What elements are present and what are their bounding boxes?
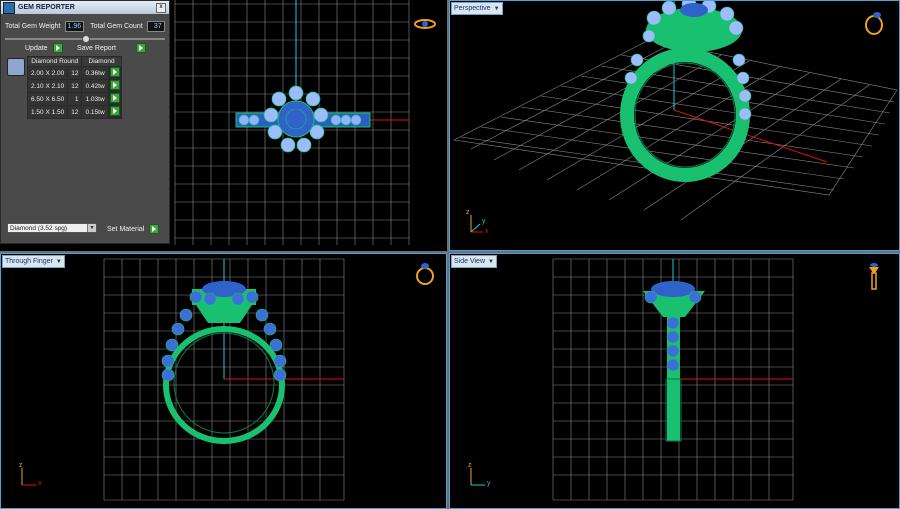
table-row[interactable]: 2.10 X 2.10 12 0.42tw bbox=[26, 79, 122, 93]
viewport-label-side-view[interactable]: Side View ▼ bbox=[451, 255, 497, 268]
set-material-label: Set Material bbox=[107, 225, 145, 233]
axis-z-label: z bbox=[19, 462, 23, 469]
total-weight-value: 1.96 bbox=[64, 21, 85, 32]
row-go-icon[interactable] bbox=[109, 93, 120, 103]
gem-count: 12 bbox=[67, 66, 83, 80]
save-report-go-icon[interactable] bbox=[135, 43, 146, 53]
row-go-icon[interactable] bbox=[109, 80, 120, 90]
perspective-label: Perspective bbox=[454, 5, 491, 12]
side-view-canvas bbox=[470, 258, 794, 501]
gem-count: 12 bbox=[67, 105, 83, 119]
axis-x-label: x bbox=[38, 480, 42, 487]
table-row[interactable]: 6.50 X 6.50 1 1.03tw bbox=[26, 92, 122, 106]
axis-y-label: y bbox=[482, 218, 486, 225]
row-go-icon[interactable] bbox=[109, 106, 120, 116]
row-go-icon[interactable] bbox=[109, 67, 120, 77]
row-go-button[interactable] bbox=[107, 66, 122, 80]
row-go-button[interactable] bbox=[107, 92, 122, 106]
table-row[interactable]: 2.00 X 2.00 12 0.36tw bbox=[26, 66, 122, 80]
axis-z-label: z bbox=[466, 209, 470, 216]
ring-orientation-icon[interactable] bbox=[867, 261, 881, 291]
gem-size: 6.50 X 6.50 bbox=[26, 92, 69, 106]
through-finger-canvas bbox=[21, 258, 345, 501]
weight-slider-handle[interactable] bbox=[82, 35, 90, 43]
row-go-button[interactable] bbox=[107, 105, 122, 119]
side-view-label: Side View bbox=[454, 258, 486, 265]
diamond-thumbnail-icon bbox=[7, 58, 25, 76]
save-report-label: Save Report bbox=[77, 44, 116, 52]
update-button[interactable]: Update bbox=[25, 43, 63, 53]
chevron-down-icon[interactable]: ▼ bbox=[494, 6, 500, 12]
total-weight-label: Total Gem Weight bbox=[5, 23, 61, 30]
total-weight-row: Total Gem Weight 1.96 Total Gem Count 37 bbox=[5, 21, 165, 32]
table-row[interactable]: 1.50 X 1.50 12 0.15tw bbox=[26, 105, 122, 119]
viewport-label-perspective[interactable]: Perspective ▼ bbox=[451, 2, 503, 15]
material-select[interactable]: Diamond (3.52 spg) ▼ bbox=[7, 223, 97, 233]
axis-y-label: y bbox=[487, 480, 491, 487]
set-material-button[interactable]: Set Material bbox=[107, 224, 160, 234]
row-go-button[interactable] bbox=[107, 79, 122, 93]
ring-orientation-icon[interactable] bbox=[413, 261, 437, 287]
gem-reporter-icon bbox=[3, 1, 15, 14]
update-label: Update bbox=[25, 44, 48, 52]
panel-titlebar: GEM REPORTER x bbox=[1, 1, 169, 14]
ring-orientation-icon[interactable] bbox=[862, 10, 886, 36]
gem-count: 12 bbox=[67, 79, 83, 93]
table-header-shape: Diamond Round bbox=[26, 56, 83, 67]
material-value: Diamond (3.52 spg) bbox=[10, 225, 68, 232]
gem-reporter-panel: GEM REPORTER x Total Gem Weight 1.96 Tot… bbox=[0, 0, 170, 244]
panel-title: GEM REPORTER bbox=[18, 4, 75, 11]
gem-count: 1 bbox=[67, 92, 83, 106]
total-count-label: Total Gem Count bbox=[90, 23, 143, 30]
gem-weight: 0.15tw bbox=[81, 105, 109, 119]
gem-size: 2.00 X 2.00 bbox=[26, 66, 69, 80]
viewport-side-view[interactable]: z y Side View ▼ bbox=[449, 253, 900, 509]
total-count-value: 37 bbox=[146, 21, 165, 32]
update-go-icon[interactable] bbox=[52, 43, 63, 53]
through-finger-label: Through Finger bbox=[5, 258, 53, 265]
close-icon[interactable]: x bbox=[156, 2, 166, 13]
gem-size: 1.50 X 1.50 bbox=[26, 105, 69, 119]
viewport-through-finger[interactable]: z x Through Finger ▼ bbox=[0, 253, 447, 509]
set-material-go-icon[interactable] bbox=[149, 224, 160, 234]
axis-z-label: z bbox=[468, 462, 472, 469]
gem-size: 2.10 X 2.10 bbox=[26, 79, 69, 93]
chevron-down-icon[interactable]: ▼ bbox=[488, 259, 494, 265]
gem-weight: 0.36tw bbox=[81, 66, 109, 80]
perspective-canvas bbox=[453, 0, 898, 233]
gem-table: Diamond Round Diamond 2.00 X 2.00 12 0.3… bbox=[26, 56, 122, 119]
table-header-material: Diamond bbox=[81, 56, 122, 67]
viewport-perspective[interactable]: z y x Perspective ▼ bbox=[449, 0, 900, 251]
ring-orientation-icon[interactable] bbox=[413, 16, 437, 32]
gem-weight: 0.42tw bbox=[81, 79, 109, 93]
viewport-label-through-finger[interactable]: Through Finger ▼ bbox=[2, 255, 65, 268]
save-report-button[interactable]: Save Report bbox=[77, 43, 146, 53]
chevron-down-icon[interactable]: ▼ bbox=[56, 259, 62, 265]
chevron-down-icon[interactable]: ▼ bbox=[87, 224, 96, 232]
axis-x-label: x bbox=[485, 228, 489, 235]
gem-weight: 1.03tw bbox=[81, 92, 109, 106]
